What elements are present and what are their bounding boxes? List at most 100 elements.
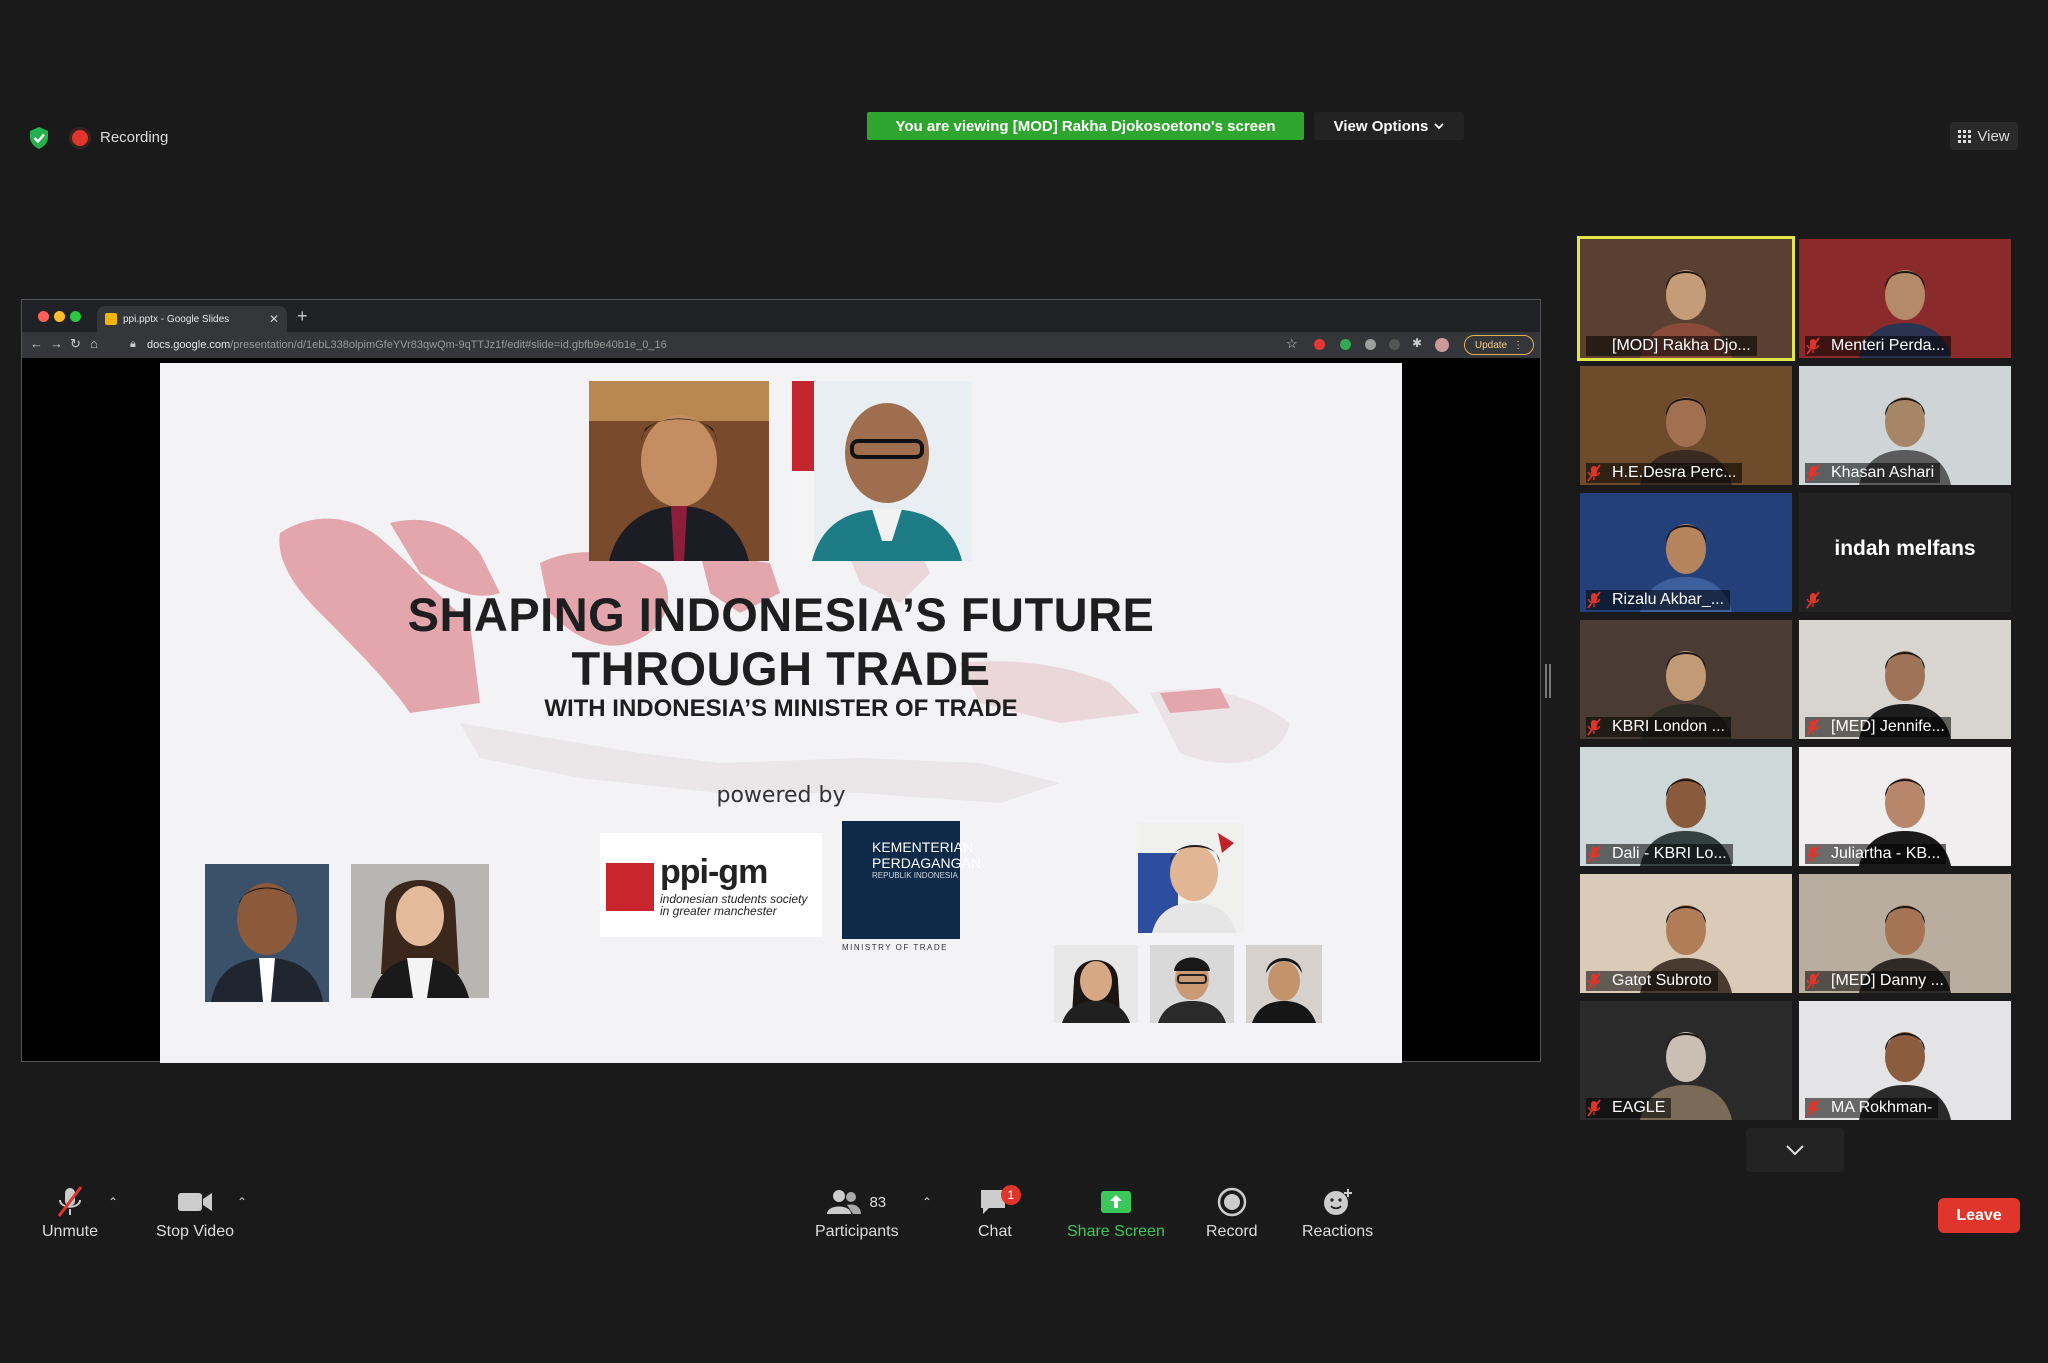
muted-microphone-icon bbox=[1806, 972, 1820, 990]
participant-tile[interactable]: [MOD] Rakha Djo... bbox=[1577, 236, 1795, 361]
extension-icon[interactable] bbox=[1314, 339, 1325, 350]
participant-tile[interactable]: [MED] Danny ... bbox=[1799, 874, 2011, 993]
panelist-photo bbox=[205, 864, 329, 1002]
reactions-label: Reactions bbox=[1302, 1223, 1374, 1240]
participant-name: Khasan Ashari bbox=[1805, 463, 1941, 483]
security-shield-icon[interactable] bbox=[28, 126, 50, 150]
powered-by-label: powered by bbox=[716, 783, 846, 808]
forward-icon[interactable]: → bbox=[50, 336, 63, 351]
committee-photo bbox=[1054, 945, 1138, 1023]
muted-microphone-icon bbox=[1806, 845, 1820, 863]
url-domain: docs.google.com bbox=[147, 339, 231, 351]
muted-microphone-icon bbox=[1806, 464, 1820, 482]
recording-indicator-icon bbox=[72, 130, 88, 146]
microphone-muted-icon bbox=[55, 1185, 85, 1219]
participant-name: Rizalu Akbar_... bbox=[1586, 590, 1731, 610]
chat-icon: 1 bbox=[979, 1185, 1021, 1219]
stop-video-button[interactable]: Stop Video bbox=[156, 1185, 234, 1241]
address-bar[interactable]: docs.google.com/presentation/d/1ebL338ol… bbox=[147, 339, 667, 351]
kemendag-line2: PERDAGANGAN bbox=[872, 855, 981, 871]
slides-favicon-icon bbox=[105, 313, 117, 325]
stop-video-label: Stop Video bbox=[156, 1223, 234, 1240]
participant-name: [MED] Danny ... bbox=[1805, 971, 1950, 991]
back-icon[interactable]: ← bbox=[30, 336, 43, 351]
resize-handle[interactable] bbox=[1545, 664, 1551, 698]
ppi-gm-logo-mark bbox=[606, 863, 654, 911]
participant-tile[interactable]: EAGLE bbox=[1580, 1001, 1792, 1120]
view-layout-button[interactable]: View bbox=[1950, 122, 2018, 150]
extension-icon[interactable] bbox=[1365, 339, 1376, 350]
browser-tab[interactable]: ppi.pptx - Google Slides ✕ bbox=[97, 306, 287, 332]
video-options-caret-icon[interactable]: ⌃ bbox=[237, 1195, 247, 1209]
share-screen-button[interactable]: Share Screen bbox=[1067, 1185, 1165, 1241]
extensions-puzzle-icon[interactable]: ✱ bbox=[1412, 336, 1422, 350]
ppi-gm-name: ppi-gm bbox=[660, 853, 768, 891]
muted-microphone-icon bbox=[1587, 972, 1601, 990]
participant-name: KBRI London ... bbox=[1586, 717, 1731, 737]
chat-badge: 1 bbox=[1000, 1185, 1021, 1205]
browser-toolbar: ← → ↻ ⌂ 🔒︎ docs.google.com/presentation/… bbox=[22, 332, 1540, 358]
unmute-label: Unmute bbox=[42, 1223, 99, 1240]
more-vert-icon: ⋮ bbox=[1513, 339, 1524, 351]
ministry-of-trade-logo: KEMENTERIAN PERDAGANGAN REPUBLIK INDONES… bbox=[842, 821, 981, 939]
participant-name: H.E.Desra Perc... bbox=[1586, 463, 1743, 483]
muted-microphone-icon bbox=[1806, 337, 1820, 355]
grid-view-icon bbox=[1958, 129, 1972, 143]
participant-tile[interactable]: Juliartha - KB... bbox=[1799, 747, 2011, 866]
participant-tile[interactable]: Khasan Ashari bbox=[1799, 366, 2011, 485]
view-options-button[interactable]: View Options bbox=[1314, 112, 1464, 140]
extension-drive-icon[interactable] bbox=[1340, 339, 1351, 350]
slide-title: SHAPING INDONESIA’S FUTURE THROUGH TRADE bbox=[160, 588, 1402, 696]
committee-photo bbox=[1150, 945, 1234, 1023]
slide-title-line1: SHAPING INDONESIA’S FUTURE bbox=[407, 588, 1155, 641]
reload-icon[interactable]: ↻ bbox=[70, 336, 81, 352]
lock-icon: 🔒︎ bbox=[130, 338, 136, 350]
panelist-photo bbox=[351, 864, 489, 998]
maximize-window-icon[interactable] bbox=[70, 311, 81, 322]
participant-tile[interactable]: indah melfans bbox=[1799, 493, 2011, 612]
record-button[interactable]: Record bbox=[1206, 1185, 1258, 1241]
participants-options-caret-icon[interactable]: ⌃ bbox=[922, 1195, 932, 1209]
minimize-window-icon[interactable] bbox=[54, 311, 65, 322]
participant-name: MA Rokhman- bbox=[1805, 1098, 1939, 1118]
moderator-photo bbox=[1138, 823, 1244, 933]
participant-tile[interactable]: Gatot Subroto bbox=[1580, 874, 1792, 993]
reactions-button[interactable]: Reactions bbox=[1302, 1185, 1373, 1241]
bookmark-star-icon[interactable]: ☆ bbox=[1286, 336, 1298, 352]
close-window-icon[interactable] bbox=[38, 311, 49, 322]
kemendag-line3: REPUBLIK INDONESIA bbox=[872, 871, 958, 880]
view-options-label: View Options bbox=[1333, 117, 1429, 135]
unmute-button[interactable]: Unmute bbox=[42, 1185, 98, 1241]
browser-tab-bar: ppi.pptx - Google Slides ✕ + bbox=[22, 300, 1540, 332]
gallery-scroll-down-button[interactable] bbox=[1746, 1128, 1844, 1172]
participant-tile[interactable]: H.E.Desra Perc... bbox=[1580, 366, 1792, 485]
tab-close-icon[interactable]: ✕ bbox=[269, 312, 279, 326]
participant-tile[interactable]: [MED] Jennife... bbox=[1799, 620, 2011, 739]
muted-microphone-icon bbox=[1587, 845, 1601, 863]
extension-icon[interactable] bbox=[1389, 339, 1400, 350]
home-icon[interactable]: ⌂ bbox=[90, 336, 98, 351]
update-label: Update bbox=[1474, 339, 1508, 351]
record-label: Record bbox=[1206, 1223, 1258, 1240]
browser-update-button[interactable]: Update ⋮ bbox=[1464, 335, 1534, 355]
participants-icon: 83 bbox=[827, 1185, 886, 1219]
participant-tile[interactable]: Dali - KBRI Lo... bbox=[1580, 747, 1792, 866]
chevron-down-icon bbox=[1786, 1145, 1804, 1156]
slide-title-line2: THROUGH TRADE bbox=[571, 642, 991, 695]
muted-microphone-icon bbox=[1587, 464, 1601, 482]
new-tab-icon[interactable]: + bbox=[297, 306, 308, 327]
reactions-emoji-icon bbox=[1322, 1185, 1354, 1219]
chat-button[interactable]: 1 Chat bbox=[978, 1185, 1021, 1241]
participant-tile[interactable]: KBRI London ... bbox=[1580, 620, 1792, 739]
video-camera-icon bbox=[177, 1185, 213, 1219]
muted-microphone-icon bbox=[1806, 591, 1820, 609]
participant-tile[interactable]: MA Rokhman- bbox=[1799, 1001, 2011, 1120]
participants-button[interactable]: 83 Participants bbox=[815, 1185, 899, 1241]
profile-avatar-icon[interactable] bbox=[1435, 338, 1449, 352]
audio-options-caret-icon[interactable]: ⌃ bbox=[108, 1195, 118, 1209]
participant-name: Gatot Subroto bbox=[1586, 971, 1718, 991]
participant-tile[interactable]: Rizalu Akbar_... bbox=[1580, 493, 1792, 612]
record-icon bbox=[1217, 1185, 1247, 1219]
leave-meeting-button[interactable]: Leave bbox=[1938, 1198, 2020, 1233]
participant-tile[interactable]: Menteri Perda... bbox=[1799, 239, 2011, 358]
